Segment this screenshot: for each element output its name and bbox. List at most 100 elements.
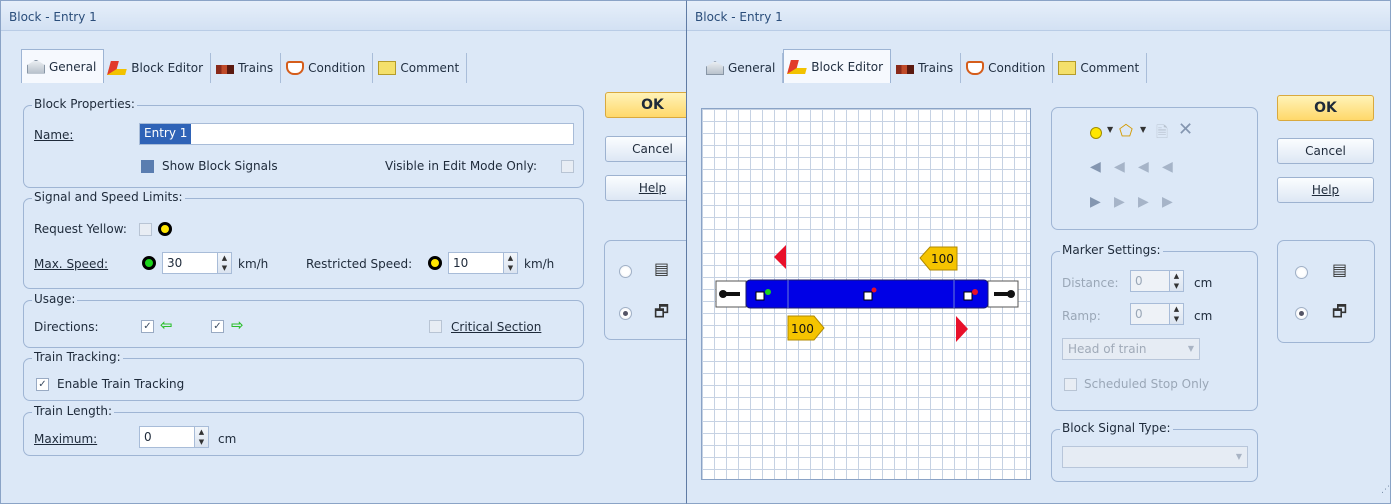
tab-block-editor[interactable]: Block Editor: [783, 49, 892, 83]
group-title: Signal and Speed Limits:: [32, 190, 185, 204]
cascade-view-icon: 🗗: [1332, 302, 1348, 321]
tab-general[interactable]: General: [21, 49, 105, 83]
general-icon: [706, 61, 724, 75]
block-dialog-editor: Block - Entry 1 General Block Editor Tra…: [686, 0, 1391, 504]
tab-trains[interactable]: Trains: [891, 53, 962, 83]
block-dialog-general: Block - Entry 1 General Block Editor Tra…: [0, 0, 700, 504]
move-left-2-icon[interactable]: ◀: [1114, 159, 1125, 175]
maximum-length-value: 0: [144, 430, 152, 444]
tab-block-editor[interactable]: Block Editor: [104, 53, 212, 83]
list-view-icon: ▤: [654, 259, 670, 278]
cancel-button[interactable]: Cancel: [1277, 138, 1374, 164]
signal-tool-icon[interactable]: [1090, 127, 1102, 139]
spin-arrows-icon[interactable]: ▲ ▼: [1169, 271, 1183, 291]
block-diagram: 100 100: [715, 245, 1019, 342]
distance-label: Distance:: [1062, 276, 1119, 290]
tab-label: Comment: [1080, 61, 1140, 75]
spin-arrows-icon[interactable]: ▲ ▼: [194, 427, 208, 447]
unit-label: cm: [218, 432, 237, 446]
tab-condition[interactable]: Condition: [961, 53, 1054, 83]
condition-icon: [966, 61, 985, 75]
tab-comment[interactable]: Comment: [373, 53, 468, 83]
scheduled-stop-checkbox[interactable]: [1064, 378, 1077, 391]
block-editor-canvas[interactable]: 100 100: [701, 108, 1031, 480]
cascade-view-icon: 🗗: [654, 302, 670, 321]
signal-led-right: [972, 289, 978, 295]
direction-left-checkbox[interactable]: ✓: [141, 320, 154, 333]
properties-tool-icon[interactable]: 🗎: [1156, 122, 1168, 147]
request-yellow-label: Request Yellow:: [34, 222, 127, 236]
visible-edit-mode-checkbox[interactable]: [561, 160, 574, 173]
tab-general[interactable]: General: [701, 53, 784, 83]
move-right-3-icon[interactable]: ▶: [1138, 194, 1149, 210]
ramp-label: Ramp:: [1062, 309, 1101, 323]
request-yellow-checkbox[interactable]: [139, 223, 152, 236]
move-left-1-icon[interactable]: ◀: [1090, 159, 1101, 175]
sensor-right-icon[interactable]: [963, 291, 973, 301]
distance-value: 0: [1135, 274, 1143, 288]
tab-label: Block Editor: [131, 61, 204, 75]
tab-label: Block Editor: [811, 59, 884, 74]
name-input[interactable]: Entry 1: [139, 123, 574, 145]
sensor-center-icon[interactable]: [863, 291, 873, 301]
marker-tool-icon[interactable]: ⬠: [1119, 121, 1133, 140]
signal-speed-group: Signal and Speed Limits: Request Yellow:…: [23, 190, 584, 289]
max-speed-input[interactable]: 30 ▲ ▼: [162, 252, 232, 274]
speed-marker-bottom-label: 100: [791, 322, 814, 336]
trains-icon: [896, 65, 915, 74]
scheduled-stop-label: Scheduled Stop Only: [1084, 377, 1210, 391]
tree-view-radio[interactable]: [619, 307, 632, 320]
name-value: Entry 1: [140, 124, 192, 144]
show-signals-label: Show Block Signals: [162, 159, 278, 173]
view-mode-group: ▤ 🗗: [1277, 240, 1375, 343]
condition-icon: [286, 61, 305, 75]
tree-view-radio[interactable]: [1295, 307, 1308, 320]
list-view-radio[interactable]: [619, 265, 632, 278]
maximum-length-input[interactable]: 0 ▲ ▼: [139, 426, 209, 448]
help-button[interactable]: Help: [1277, 177, 1374, 203]
tab-condition[interactable]: Condition: [281, 53, 374, 83]
move-right-2-icon[interactable]: ▶: [1114, 194, 1125, 210]
block-signal-type-select[interactable]: ▼: [1062, 446, 1248, 468]
stop-marker-left-icon[interactable]: [774, 245, 786, 269]
distance-input[interactable]: 0 ▲ ▼: [1130, 270, 1184, 292]
move-left-3-icon[interactable]: ◀: [1138, 159, 1149, 175]
directions-label: Directions:: [34, 320, 99, 334]
window-title: Block - Entry 1: [1, 1, 699, 31]
dropdown-arrow-icon: ▼: [1235, 452, 1243, 461]
sensor-left-icon[interactable]: [755, 291, 765, 301]
stop-marker-right-icon[interactable]: [956, 316, 968, 342]
tab-comment[interactable]: Comment: [1053, 53, 1148, 83]
direction-right-checkbox[interactable]: ✓: [211, 320, 224, 333]
move-right-1-icon[interactable]: ▶: [1090, 194, 1101, 210]
ok-button[interactable]: OK: [1277, 95, 1374, 121]
yellow-signal-icon: [428, 256, 442, 270]
show-block-signals-checkbox[interactable]: [141, 160, 154, 173]
restricted-speed-label: Restricted Speed:: [306, 257, 413, 271]
list-view-icon: ▤: [1332, 260, 1348, 279]
spin-arrows-icon[interactable]: ▲ ▼: [503, 253, 517, 273]
spin-arrows-icon[interactable]: ▲ ▼: [217, 253, 231, 273]
max-speed-value: 30: [167, 256, 183, 270]
tab-trains[interactable]: Trains: [211, 53, 282, 83]
delete-tool-icon[interactable]: ✕: [1178, 119, 1193, 140]
usage-group: Usage: Directions: ✓ ⇦ ✓ ⇨ Critical Sect…: [23, 292, 584, 348]
move-left-4-icon[interactable]: ◀: [1162, 159, 1173, 175]
block-editor-icon: [787, 59, 810, 74]
dropdown-arrow-icon: ▼: [1187, 344, 1195, 353]
move-right-4-icon[interactable]: ▶: [1162, 194, 1173, 210]
block-editor-icon: [107, 61, 130, 75]
visible-edit-mode-label: Visible in Edit Mode Only:: [385, 159, 537, 173]
resize-grip-icon[interactable]: ⋰: [1381, 485, 1390, 495]
restricted-speed-input[interactable]: 10 ▲ ▼: [448, 252, 518, 274]
dropdown-arrow-icon[interactable]: ▼: [1140, 125, 1146, 134]
spin-arrows-icon[interactable]: ▲ ▼: [1169, 304, 1183, 324]
dropdown-arrow-icon[interactable]: ▼: [1107, 125, 1113, 134]
critical-section-checkbox[interactable]: [429, 320, 442, 333]
window-title: Block - Entry 1: [687, 1, 1390, 31]
enable-tracking-checkbox[interactable]: ✓: [36, 378, 49, 391]
marker-position-select[interactable]: Head of train ▼: [1062, 338, 1200, 360]
group-title: Usage:: [32, 292, 78, 306]
ramp-input[interactable]: 0 ▲ ▼: [1130, 303, 1184, 325]
list-view-radio[interactable]: [1295, 266, 1308, 279]
